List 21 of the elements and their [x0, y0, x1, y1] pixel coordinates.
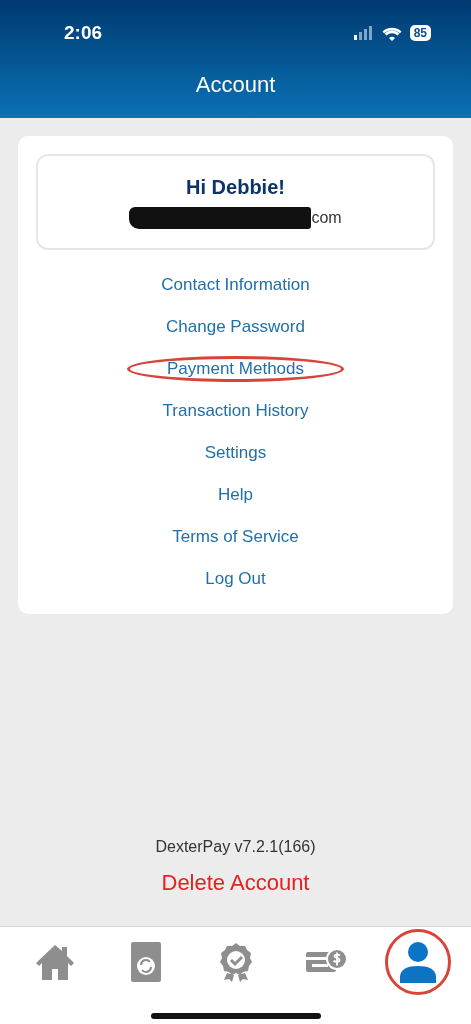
- greeting: Hi Debbie!: [186, 175, 285, 199]
- page-title: Account: [195, 72, 276, 98]
- menu-link[interactable]: Change Password: [166, 306, 305, 348]
- washer-icon: [130, 942, 161, 982]
- menu-link[interactable]: Terms of Service: [172, 516, 299, 558]
- delete-account-link[interactable]: Delete Account: [161, 870, 310, 896]
- version-text: DexterPay v7.2.1(166): [155, 838, 316, 856]
- menu-link[interactable]: Transaction History: [162, 390, 309, 432]
- menu-link[interactable]: Contact Information: [161, 264, 310, 306]
- menu-link[interactable]: Payment Methods: [167, 348, 304, 390]
- person-icon: [399, 941, 436, 983]
- home-icon: [35, 943, 76, 981]
- status-time: 2:06: [64, 22, 103, 44]
- menu-link[interactable]: Log Out: [205, 558, 266, 600]
- signal-icon: [353, 26, 374, 40]
- battery-level: 85: [409, 25, 431, 41]
- wifi-icon: [381, 25, 402, 41]
- menu-link[interactable]: Settings: [204, 432, 267, 474]
- menu-link[interactable]: Help: [218, 474, 253, 516]
- badge-check-icon: [219, 942, 254, 982]
- email-text: com: [311, 208, 342, 227]
